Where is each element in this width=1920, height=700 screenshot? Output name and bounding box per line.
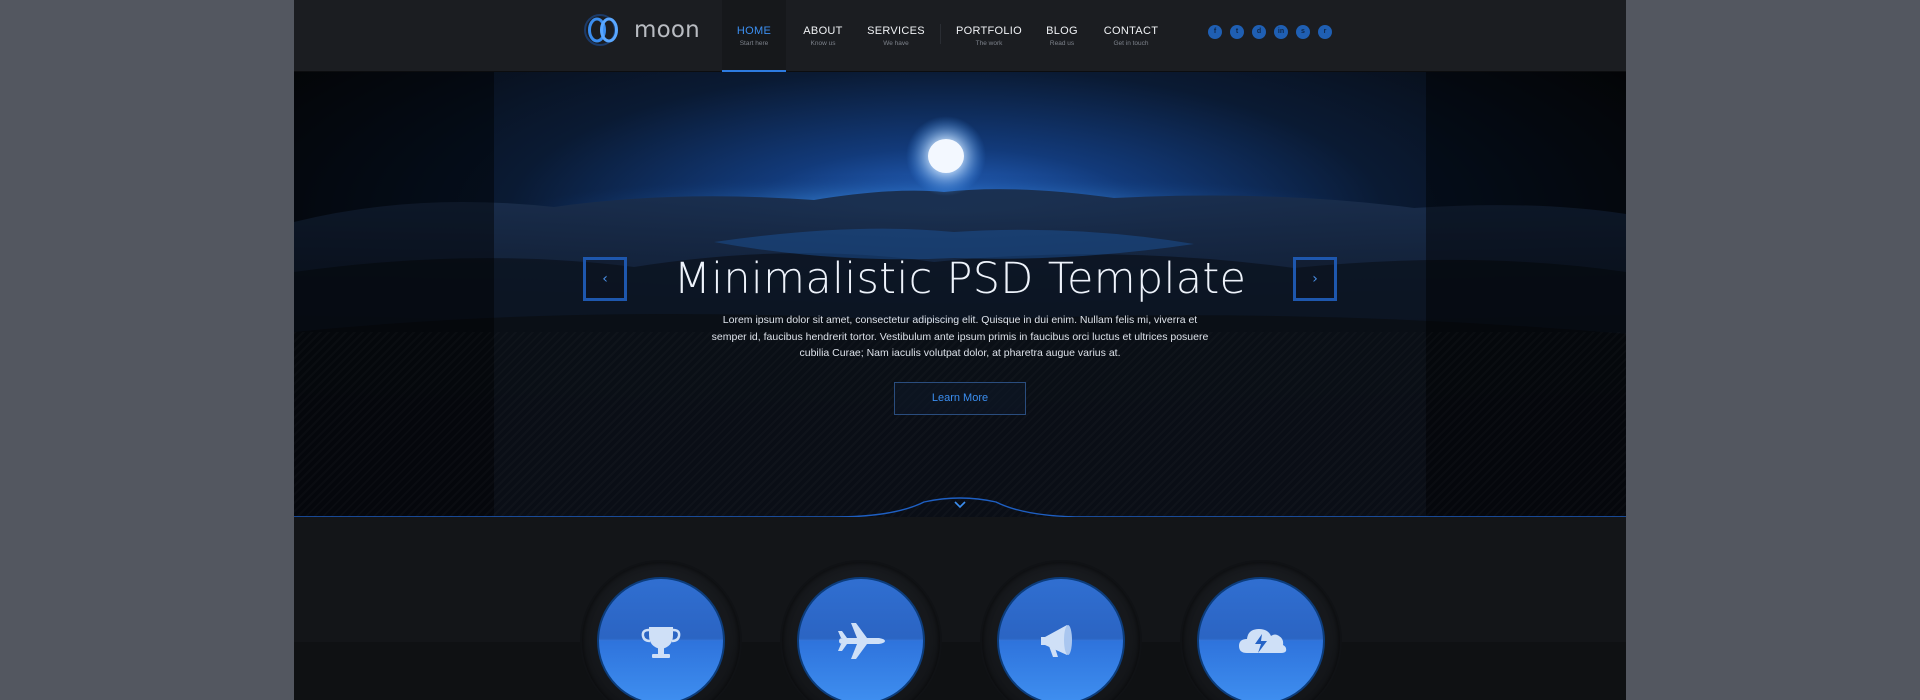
social-links: f t d in s r bbox=[1208, 25, 1332, 39]
chevron-down-icon[interactable] bbox=[952, 500, 968, 510]
nav-label: PORTFOLIO bbox=[955, 25, 1023, 37]
twitter-icon[interactable]: t bbox=[1230, 25, 1244, 39]
nav-item-about[interactable]: ABOUT Know us bbox=[802, 0, 844, 72]
linkedin-icon[interactable]: in bbox=[1274, 25, 1288, 39]
nav-label: ABOUT bbox=[803, 25, 843, 37]
nav-label: HOME bbox=[736, 25, 772, 37]
dribbble-icon[interactable]: d bbox=[1252, 25, 1266, 39]
nav-sublabel: We have bbox=[883, 40, 909, 47]
nav-sublabel: Get in touch bbox=[1113, 40, 1149, 47]
nav-sublabel: Know us bbox=[810, 40, 836, 47]
page-container: moon HOME Start here ABOUT Know us SERVI… bbox=[294, 0, 1626, 700]
nav-item-services[interactable]: SERVICES We have bbox=[866, 0, 926, 72]
nav-label: BLOG bbox=[1046, 25, 1078, 37]
feature-circle-cloud[interactable] bbox=[1182, 562, 1340, 700]
nav-sublabel: Read us bbox=[1049, 40, 1075, 47]
nav-item-contact[interactable]: CONTACT Get in touch bbox=[1103, 0, 1159, 72]
learn-more-button[interactable]: Learn More bbox=[894, 382, 1026, 415]
hero-slider: ‹ › Minimalistic PSD Template Lorem ipsu… bbox=[294, 72, 1626, 517]
feature-circle-marketing[interactable] bbox=[982, 562, 1140, 700]
nav-label: CONTACT bbox=[1103, 25, 1159, 37]
feature-circle-awards[interactable] bbox=[582, 562, 740, 700]
rss-icon[interactable]: r bbox=[1318, 25, 1332, 39]
brand-name: moon bbox=[634, 17, 700, 43]
airplane-icon bbox=[838, 623, 885, 659]
site-header: moon HOME Start here ABOUT Know us SERVI… bbox=[294, 0, 1626, 72]
nav-sublabel: The work bbox=[975, 40, 1003, 47]
facebook-icon[interactable]: f bbox=[1208, 25, 1222, 39]
nav-item-home[interactable]: HOME Start here bbox=[722, 0, 786, 72]
features-band bbox=[294, 642, 1626, 700]
megaphone-icon bbox=[1041, 625, 1072, 657]
trophy-icon bbox=[641, 627, 681, 658]
features-section bbox=[294, 517, 1626, 700]
nav-label: SERVICES bbox=[867, 25, 925, 37]
moon-logo-icon bbox=[584, 14, 618, 46]
nav-sublabel: Start here bbox=[739, 40, 769, 47]
cloud-lightning-icon bbox=[1239, 629, 1287, 653]
logo[interactable]: moon bbox=[582, 12, 700, 48]
hero-title: Minimalistic PSD Template bbox=[673, 254, 1247, 304]
skype-icon[interactable]: s bbox=[1296, 25, 1310, 39]
main-nav: HOME Start here ABOUT Know us SERVICES W… bbox=[722, 0, 1159, 72]
feature-circle-travel[interactable] bbox=[782, 562, 940, 700]
nav-item-portfolio[interactable]: PORTFOLIO The work bbox=[955, 0, 1023, 72]
hero-description: Lorem ipsum dolor sit amet, consectetur … bbox=[711, 314, 1209, 359]
nav-item-blog[interactable]: BLOG Read us bbox=[1045, 0, 1079, 72]
